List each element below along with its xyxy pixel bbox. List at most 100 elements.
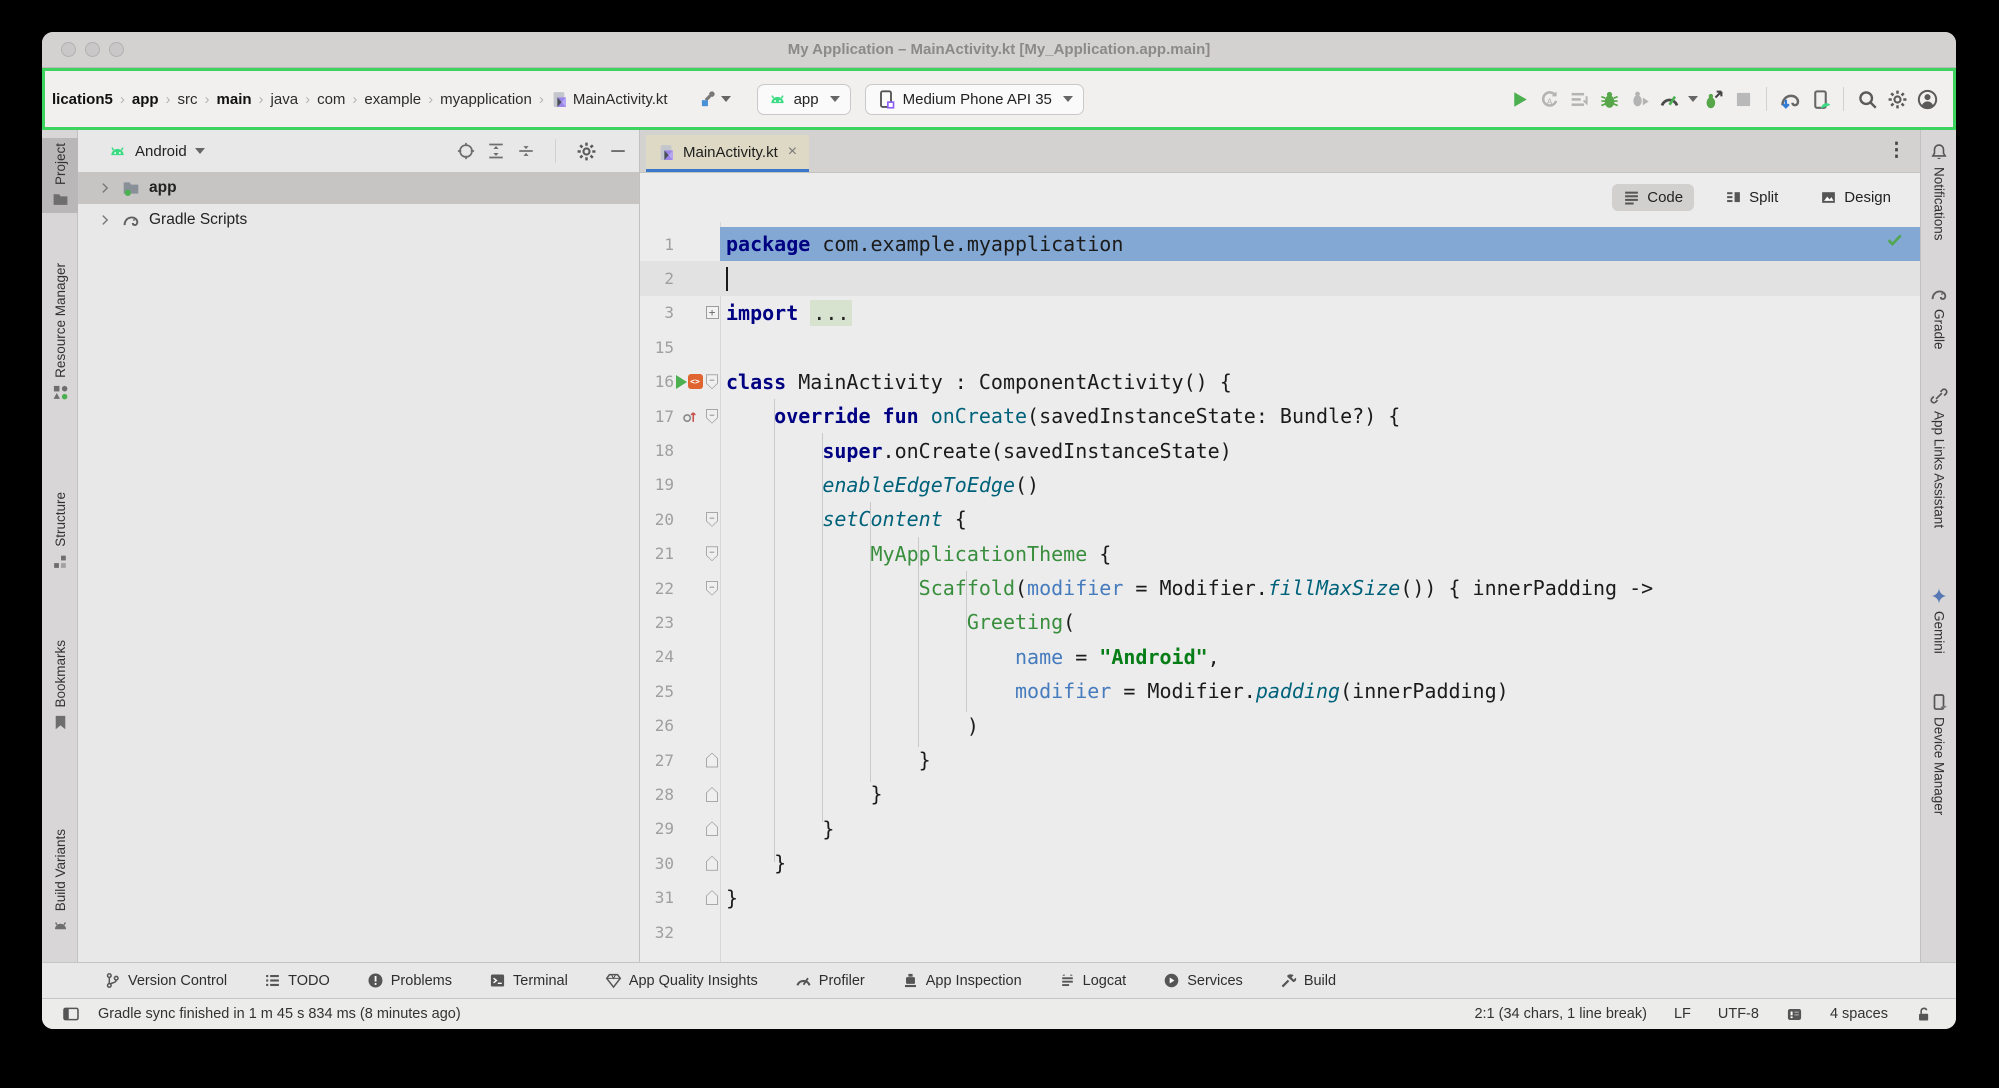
chevron-down-icon[interactable]: [195, 148, 205, 154]
code-text[interactable]: Scaffold(modifier = Modifier.fillMaxSize…: [720, 571, 1920, 605]
tree-chevron-icon[interactable]: [98, 181, 112, 195]
tool-window-button-services[interactable]: Services: [1163, 972, 1243, 989]
code-text[interactable]: MyApplicationTheme {: [720, 537, 1920, 571]
debug-button[interactable]: [1594, 84, 1624, 114]
tool-stripe-build-variants[interactable]: Build Variants: [42, 824, 78, 939]
code-line-30[interactable]: 30 }: [640, 846, 1920, 880]
layout-toggle-icon[interactable]: [62, 1005, 80, 1023]
tool-window-button-terminal[interactable]: Terminal: [489, 972, 568, 989]
caret-position-widget[interactable]: 2:1 (34 chars, 1 line break): [1474, 1006, 1646, 1022]
code-line-25[interactable]: 25 modifier = Modifier.padding(innerPadd…: [640, 674, 1920, 708]
profile-debuggable-button[interactable]: [1698, 84, 1728, 114]
editor-options-kebab-icon[interactable]: ⋮: [1887, 139, 1906, 162]
gradle-sync-status[interactable]: Gradle sync finished in 1 m 45 s 834 ms …: [98, 1006, 461, 1022]
breadcrumb-item[interactable]: app: [132, 91, 159, 108]
target-button[interactable]: [457, 142, 475, 160]
code-text[interactable]: override fun onCreate(savedInstanceState…: [720, 399, 1920, 433]
tool-window-button-app-quality-insights[interactable]: App Quality Insights: [605, 972, 758, 989]
code-text[interactable]: [720, 261, 1920, 295]
run-button[interactable]: [1504, 84, 1534, 114]
code-line-19[interactable]: 19 enableEdgeToEdge(): [640, 468, 1920, 502]
view-mode-split[interactable]: Split: [1714, 184, 1789, 211]
tool-stripe-project[interactable]: Project: [42, 138, 78, 213]
code-line-2[interactable]: 2: [640, 261, 1920, 295]
code-line-22[interactable]: 22− Scaffold(modifier = Modifier.fillMax…: [640, 571, 1920, 605]
encoding-widget[interactable]: UTF-8: [1718, 1006, 1759, 1022]
fold-collapse-icon[interactable]: −: [706, 374, 718, 389]
tree-chevron-icon[interactable]: [98, 213, 112, 227]
breadcrumb-item[interactable]: src: [178, 91, 198, 108]
code-text[interactable]: ): [720, 708, 1920, 742]
tree-item-app[interactable]: app: [78, 172, 639, 204]
code-text[interactable]: class MainActivity : ComponentActivity()…: [720, 365, 1920, 399]
code-text[interactable]: enableEdgeToEdge(): [720, 468, 1920, 502]
fold-collapse-icon[interactable]: −: [706, 546, 718, 561]
tool-window-button-app-inspection[interactable]: App Inspection: [902, 972, 1022, 989]
breadcrumb-item[interactable]: java: [271, 91, 299, 108]
collapse-all-button[interactable]: [517, 142, 535, 160]
settings-button[interactable]: [1882, 84, 1912, 114]
fold-collapse-icon[interactable]: −: [706, 512, 718, 527]
account-button[interactable]: [1912, 84, 1942, 114]
code-text[interactable]: }: [720, 777, 1920, 811]
code-line-15[interactable]: 15: [640, 330, 1920, 364]
apply-code-changes-button[interactable]: [1564, 84, 1594, 114]
inspection-ok-check-icon[interactable]: [1885, 230, 1904, 249]
code-line-17[interactable]: 17− override fun onCreate(savedInstanceS…: [640, 399, 1920, 433]
code-text[interactable]: name = "Android",: [720, 640, 1920, 674]
code-line-20[interactable]: 20− setContent {: [640, 502, 1920, 536]
code-text[interactable]: [720, 330, 1920, 364]
tool-window-button-build[interactable]: Build: [1280, 972, 1336, 989]
code-text[interactable]: }: [720, 846, 1920, 880]
code-text[interactable]: Greeting(: [720, 605, 1920, 639]
code-line-18[interactable]: 18 super.onCreate(savedInstanceState): [640, 433, 1920, 467]
tool-window-button-todo[interactable]: TODO: [264, 972, 330, 989]
device-manager-button[interactable]: [1805, 84, 1835, 114]
view-mode-code[interactable]: Code: [1612, 184, 1694, 211]
fold-end-icon[interactable]: [706, 890, 718, 905]
code-text[interactable]: modifier = Modifier.padding(innerPadding…: [720, 674, 1920, 708]
breadcrumb-item[interactable]: myapplication: [440, 91, 532, 108]
tool-window-button-profiler[interactable]: Profiler: [795, 972, 865, 989]
expand-all-button[interactable]: [487, 142, 505, 160]
tool-stripe-device-manager[interactable]: Device Manager: [1921, 688, 1956, 820]
attach-debugger-button[interactable]: [1624, 84, 1654, 114]
fold-end-icon[interactable]: [706, 753, 718, 768]
override-gutter-icon[interactable]: [681, 408, 698, 425]
breadcrumb-item[interactable]: example: [364, 91, 421, 108]
tool-stripe-bookmarks[interactable]: Bookmarks: [42, 635, 78, 736]
code-line-21[interactable]: 21− MyApplicationTheme {: [640, 537, 1920, 571]
code-text[interactable]: setContent {: [720, 502, 1920, 536]
fold-collapse-icon[interactable]: −: [706, 581, 718, 596]
code-line-27[interactable]: 27 }: [640, 743, 1920, 777]
code-text[interactable]: package com.example.myapplication: [720, 227, 1920, 261]
minimize-button[interactable]: [609, 142, 627, 160]
code-line-16[interactable]: 16<>−class MainActivity : ComponentActiv…: [640, 365, 1920, 399]
chevron-down-icon[interactable]: [1688, 96, 1698, 102]
tool-stripe-gemini[interactable]: Gemini: [1921, 582, 1956, 659]
line-ending-widget[interactable]: LF: [1674, 1006, 1691, 1022]
breadcrumb-item[interactable]: com: [317, 91, 345, 108]
tool-stripe-gradle[interactable]: Gradle: [1921, 280, 1956, 355]
tree-item-gradle-scripts[interactable]: Gradle Scripts: [78, 204, 639, 236]
code-line-1[interactable]: 1package com.example.myapplication: [640, 227, 1920, 261]
code-line-28[interactable]: 28 }: [640, 777, 1920, 811]
code-line-31[interactable]: 31}: [640, 880, 1920, 914]
fold-expand-icon[interactable]: +: [706, 306, 719, 319]
profiler-button[interactable]: [1654, 84, 1684, 114]
apply-changes-restart-button[interactable]: A: [1534, 84, 1564, 114]
device-select[interactable]: Medium Phone API 35: [865, 84, 1084, 115]
breadcrumb-item[interactable]: main: [217, 91, 252, 108]
code-text[interactable]: [720, 915, 1920, 949]
code-line-29[interactable]: 29 }: [640, 812, 1920, 846]
highlight-level-icon[interactable]: [1786, 1006, 1803, 1023]
code-text[interactable]: }: [720, 880, 1920, 914]
fold-collapse-icon[interactable]: −: [706, 409, 718, 424]
stop-button[interactable]: [1728, 84, 1758, 114]
tool-stripe-resource-manager[interactable]: Resource Manager: [42, 258, 78, 406]
code-line-23[interactable]: 23 Greeting(: [640, 605, 1920, 639]
code-text[interactable]: super.onCreate(savedInstanceState): [720, 433, 1920, 467]
code-text[interactable]: }: [720, 743, 1920, 777]
compose-gutter-icon[interactable]: <>: [688, 374, 703, 389]
fold-end-icon[interactable]: [706, 821, 718, 836]
